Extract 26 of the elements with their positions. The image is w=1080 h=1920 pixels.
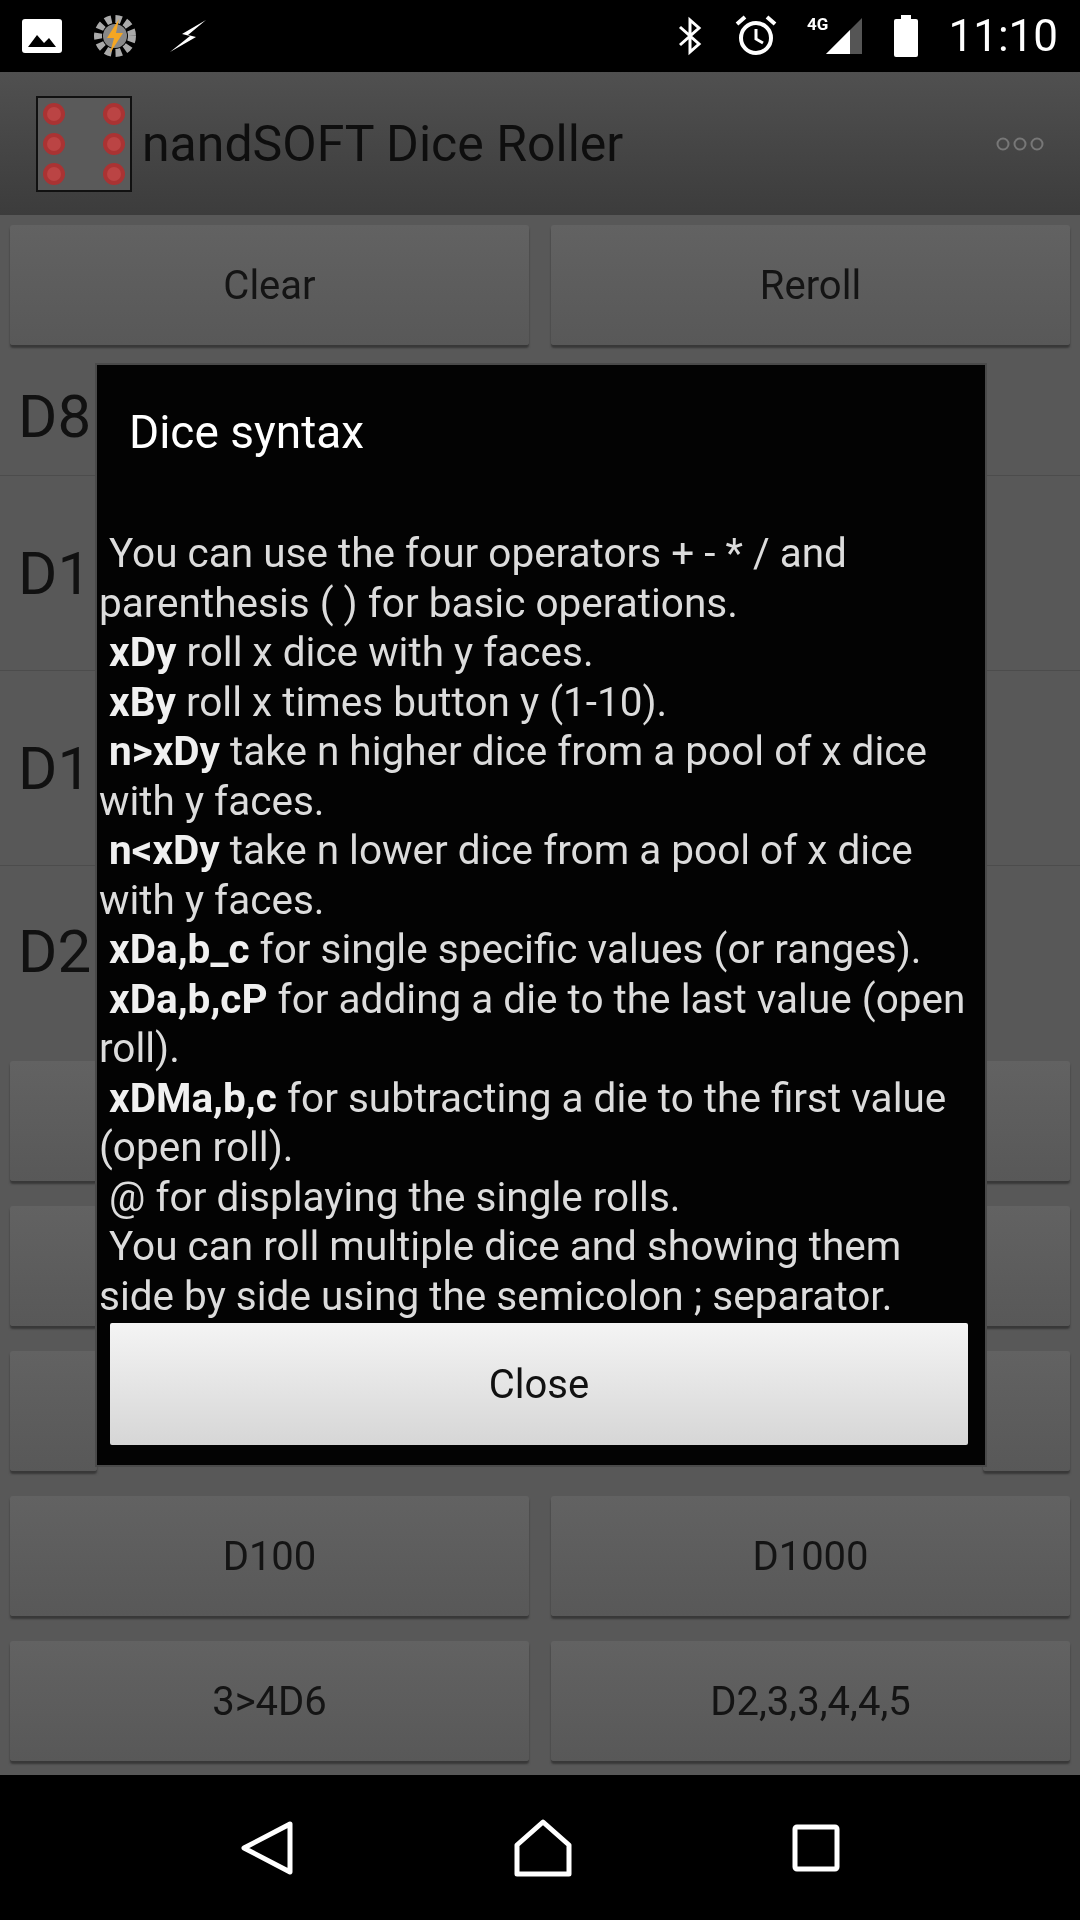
action-button[interactable]: Reroll [551,225,1070,345]
recents-icon[interactable] [792,1823,841,1872]
dice-button[interactable] [983,1351,1070,1471]
dice-button[interactable]: D100 [10,1496,529,1616]
gear-lightning-icon [92,13,138,59]
dice-button[interactable]: D2,3,3,4,4,5 [551,1641,1070,1761]
roll-result: D1 [18,732,92,804]
overflow-menu-icon[interactable] [996,136,1044,151]
action-button[interactable]: Clear [10,225,529,345]
syntax-help-text: You can use the four operators + - * / and parenthesis ( ) for basic operations. xDy roll x dice with y faces. xBy roll x times button y (1-10). n>xDy take n higher dice from a pool of x dice with y faces. n<xDy take n lower dice from a pool of x dice with y faces. xDa,b_c for single specific values (or ranges). xDa,b,cP for adding a die to the last value (open roll). xDMa,b,c for subtracting a die to the first value (open roll). @ for displaying the single rolls. You can roll multiple dice and showing them side by side using the semicolon ; separator. [99,529,967,1321]
dialog-title: Dice syntax [129,405,365,459]
alarm-icon [735,15,778,57]
clock: 11:10 [948,10,1058,62]
dice-button[interactable]: D1000 [551,1496,1070,1616]
home-icon[interactable] [513,1818,573,1877]
roll-result: D1 [18,537,92,609]
roll-result: D8 [18,380,92,452]
dice-button[interactable]: 3>4D6 [10,1641,529,1761]
roll-result: D2 [18,915,92,987]
network-label: 4G [807,14,829,34]
image-icon [22,19,62,53]
dice-icon [36,95,132,192]
back-icon[interactable] [239,1819,294,1876]
battery-icon [894,15,919,57]
app-title: nandSOFT Dice Roller [142,114,625,173]
close-button[interactable]: Close [110,1323,968,1445]
